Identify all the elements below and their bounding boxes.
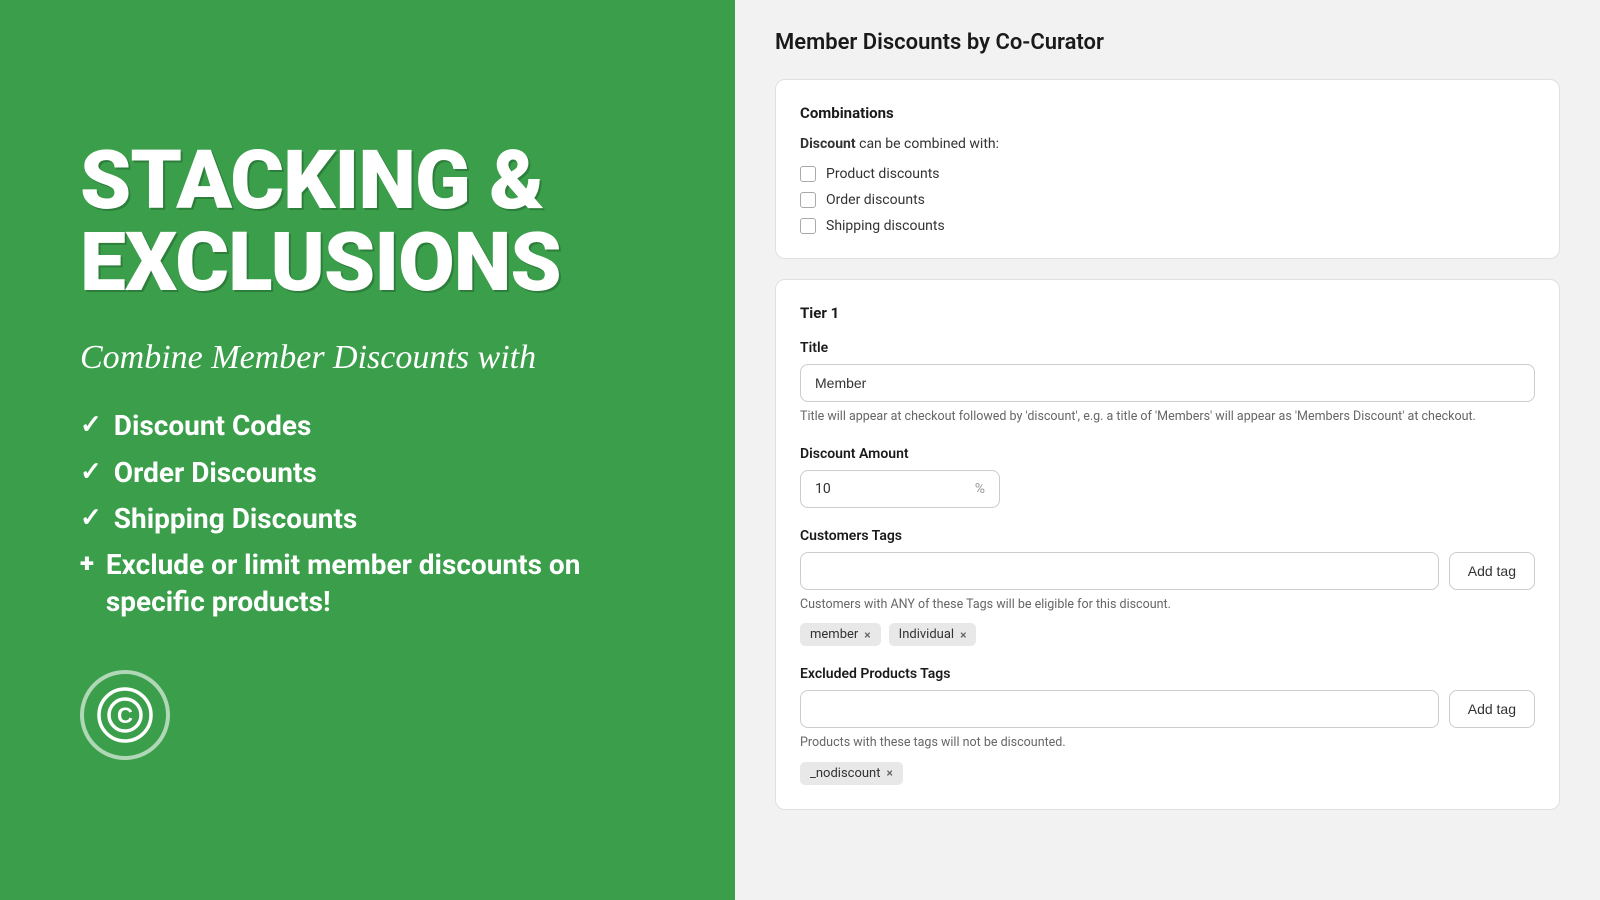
- feature-text: Discount Codes: [114, 408, 312, 444]
- excluded-products-label: Excluded Products Tags: [800, 666, 1535, 682]
- percent-symbol: %: [975, 481, 985, 497]
- excluded-products-input[interactable]: [800, 690, 1439, 728]
- remove-tag-icon[interactable]: ×: [960, 628, 966, 642]
- excluded-products-add-tag-button[interactable]: Add tag: [1449, 690, 1535, 728]
- excluded-products-input-row: Add tag: [800, 690, 1535, 728]
- feature-text: Exclude or limit member discounts on spe…: [106, 547, 655, 620]
- combinations-card: Combinations Discount can be combined wi…: [775, 79, 1560, 259]
- shipping-discounts-checkbox[interactable]: [800, 218, 816, 234]
- list-item: ✓ Order Discounts: [80, 455, 655, 491]
- title-input[interactable]: [800, 364, 1535, 402]
- shipping-discounts-label: Shipping discounts: [826, 218, 945, 234]
- title-field-group: Title Title will appear at checkout foll…: [800, 340, 1535, 426]
- tag-label: _nodiscount: [810, 766, 880, 781]
- app-title: Member Discounts by Co-Curator: [775, 30, 1560, 55]
- checkmark-icon: ✓: [80, 410, 102, 440]
- customers-tags-input[interactable]: [800, 552, 1439, 590]
- right-panel: Member Discounts by Co-Curator Combinati…: [735, 0, 1600, 900]
- tag-label: Individual: [899, 627, 954, 642]
- combinations-section-title: Combinations: [800, 104, 1535, 122]
- shipping-discounts-row: Shipping discounts: [800, 218, 1535, 234]
- hero-title: STACKING &EXCLUSIONS: [80, 140, 655, 304]
- discount-amount-label: Discount Amount: [800, 446, 1535, 462]
- customers-tags-label: Customers Tags: [800, 528, 1535, 544]
- feature-text: Order Discounts: [114, 455, 317, 491]
- order-discounts-checkbox[interactable]: [800, 192, 816, 208]
- checkmark-icon: ✓: [80, 457, 102, 487]
- logo-area: C: [80, 670, 655, 760]
- customers-add-tag-button[interactable]: Add tag: [1449, 552, 1535, 590]
- list-item: ✓ Shipping Discounts: [80, 501, 655, 537]
- discount-amount-row: 10 %: [800, 470, 1535, 508]
- tag-label: member: [810, 627, 858, 642]
- logo-icon: C: [95, 685, 155, 745]
- logo: C: [80, 670, 170, 760]
- order-discounts-row: Order discounts: [800, 192, 1535, 208]
- discount-label: Discount can be combined with:: [800, 136, 1535, 152]
- customers-tag-input-row: Add tag: [800, 552, 1535, 590]
- plus-icon: +: [80, 549, 94, 579]
- customers-tags-field-group: Customers Tags Add tag Customers with AN…: [800, 528, 1535, 647]
- list-item: + Exclude or limit member discounts on s…: [80, 547, 655, 620]
- discount-amount-value: 10: [815, 481, 831, 497]
- remove-tag-icon[interactable]: ×: [864, 628, 870, 642]
- customer-tag-member: member ×: [800, 623, 881, 646]
- feature-list: ✓ Discount Codes ✓ Order Discounts ✓ Shi…: [80, 408, 655, 630]
- checkmark-icon: ✓: [80, 503, 102, 533]
- discount-amount-field-group: Discount Amount 10 %: [800, 446, 1535, 508]
- product-discounts-row: Product discounts: [800, 166, 1535, 182]
- tier-title: Tier 1: [800, 304, 1535, 322]
- customer-tag-individual: Individual ×: [889, 623, 977, 646]
- subtitle: Combine Member Discounts with: [80, 336, 655, 380]
- list-item: ✓ Discount Codes: [80, 408, 655, 444]
- excluded-products-field-group: Excluded Products Tags Add tag Products …: [800, 666, 1535, 785]
- tier-card: Tier 1 Title Title will appear at checko…: [775, 279, 1560, 810]
- discount-label-bold: Discount: [800, 136, 856, 152]
- discount-amount-input[interactable]: 10 %: [800, 470, 1000, 508]
- customers-tags-display: member × Individual ×: [800, 623, 1535, 646]
- remove-tag-icon[interactable]: ×: [886, 766, 892, 780]
- feature-text: Shipping Discounts: [114, 501, 358, 537]
- excluded-tags-display: _nodiscount ×: [800, 762, 1535, 785]
- title-label: Title: [800, 340, 1535, 356]
- title-hint: Title will appear at checkout followed b…: [800, 408, 1535, 426]
- product-discounts-label: Product discounts: [826, 166, 940, 182]
- svg-text:C: C: [117, 703, 133, 728]
- excluded-products-hint: Products with these tags will not be dis…: [800, 734, 1535, 752]
- left-panel: STACKING &EXCLUSIONS Combine Member Disc…: [0, 0, 735, 900]
- discount-can-be: can be combined with:: [859, 136, 999, 152]
- excluded-tag-nodiscount: _nodiscount ×: [800, 762, 903, 785]
- order-discounts-label: Order discounts: [826, 192, 925, 208]
- product-discounts-checkbox[interactable]: [800, 166, 816, 182]
- customers-tags-hint: Customers with ANY of these Tags will be…: [800, 596, 1535, 614]
